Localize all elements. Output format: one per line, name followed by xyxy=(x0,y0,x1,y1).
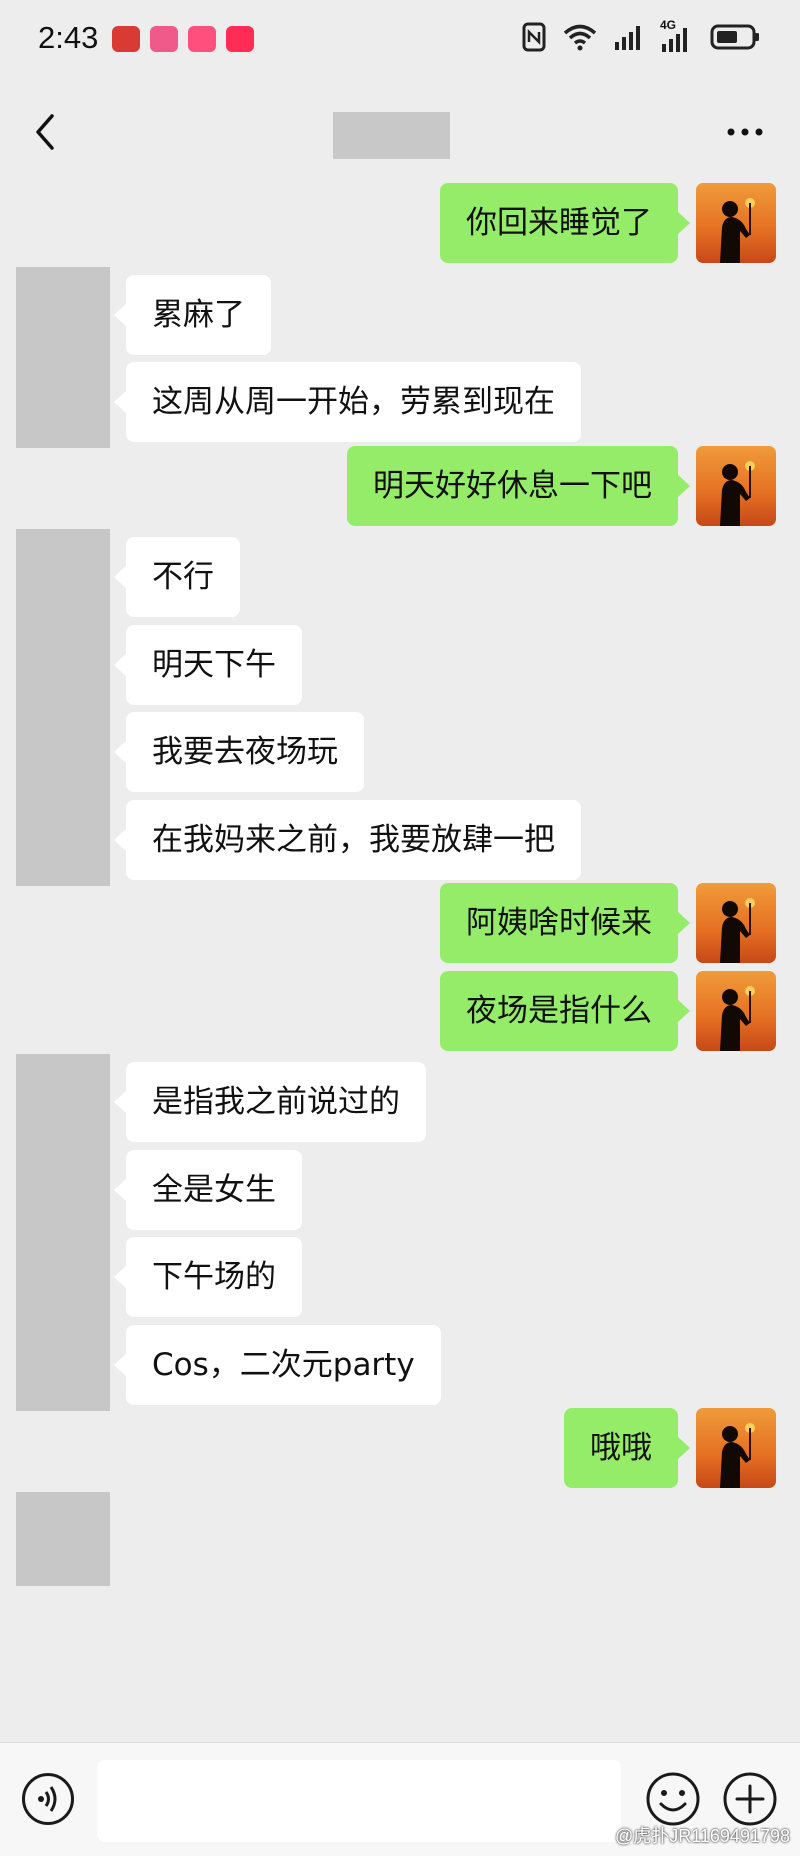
my-avatar[interactable] xyxy=(696,1408,776,1488)
sent-message-bubble[interactable]: 明天好好休息一下吧 xyxy=(347,446,690,526)
status-bar: 2:43 4G xyxy=(0,0,800,78)
chevron-left-icon xyxy=(36,114,54,150)
status-time: 2:43 xyxy=(38,20,99,55)
message-row: 夜场是指什么 xyxy=(0,967,800,1061)
received-message-bubble[interactable]: 是指我之前说过的 xyxy=(114,1062,426,1142)
my-avatar[interactable] xyxy=(696,446,776,526)
message-row: 不行 xyxy=(0,529,800,623)
app-notification-icon xyxy=(226,26,254,52)
watermark: @虎扑JR1169491798 xyxy=(614,1826,790,1846)
plus-icon xyxy=(723,1772,777,1826)
contact-avatar[interactable] xyxy=(16,1054,110,1148)
sent-message-bubble[interactable]: 夜场是指什么 xyxy=(440,971,690,1051)
message-row: 下午场的 xyxy=(0,1229,800,1323)
received-message-bubble[interactable]: 在我妈来之前，我要放肆一把 xyxy=(114,800,581,880)
status-icons: 4G xyxy=(522,18,760,58)
app-notification-icon xyxy=(150,26,178,52)
sent-message-bubble[interactable]: 你回来睡觉了 xyxy=(440,183,690,263)
contact-avatar[interactable] xyxy=(16,792,110,886)
contact-avatar[interactable] xyxy=(16,354,110,448)
message-row: 累麻了 xyxy=(0,267,800,361)
received-message-bubble[interactable]: 明天下午 xyxy=(114,625,302,705)
sent-message-bubble[interactable]: 阿姨啥时候来 xyxy=(440,883,690,963)
message-row: 明天好好休息一下吧 xyxy=(0,442,800,536)
voice-icon xyxy=(38,1786,57,1812)
contact-avatar[interactable] xyxy=(16,617,110,711)
contact-avatar[interactable] xyxy=(16,529,110,623)
contact-avatar[interactable] xyxy=(16,1317,110,1411)
network-type-label: 4G xyxy=(660,18,677,32)
app-notification-icon xyxy=(112,26,140,52)
received-message-bubble[interactable]: 累麻了 xyxy=(114,275,271,355)
wifi-icon xyxy=(562,23,598,55)
message-row: 在我妈来之前，我要放肆一把 xyxy=(0,792,800,886)
chat-title-redacted xyxy=(333,112,450,159)
contact-avatar[interactable] xyxy=(16,267,110,361)
message-row: 我要去夜场玩 xyxy=(0,704,800,798)
my-avatar[interactable] xyxy=(696,971,776,1051)
message-row: 是指我之前说过的 xyxy=(0,1054,800,1148)
message-row: 明天下午 xyxy=(0,617,800,711)
back-button[interactable] xyxy=(24,110,68,154)
received-message-bubble[interactable]: 这周从周一开始，劳累到现在 xyxy=(114,362,581,442)
app-notification-icon xyxy=(188,26,216,52)
contact-avatar[interactable] xyxy=(16,1229,110,1323)
more-options-button[interactable] xyxy=(720,110,770,154)
contact-avatar[interactable] xyxy=(16,704,110,798)
chat-header xyxy=(0,92,800,176)
sent-message-bubble[interactable]: 哦哦 xyxy=(564,1408,690,1488)
received-message-bubble[interactable]: Cos，二次元party xyxy=(114,1325,441,1405)
more-horizontal-icon xyxy=(727,128,763,136)
input-bar: @虎扑JR1169491798 xyxy=(0,1742,800,1856)
message-list[interactable]: 你回来睡觉了累麻了 这周从周一开始，劳累到现在 明天好好休息一下吧不行 明天下午 我要去… xyxy=(0,176,800,1742)
my-avatar[interactable] xyxy=(696,183,776,263)
my-avatar[interactable] xyxy=(696,883,776,963)
message-row: 阿姨啥时候来 xyxy=(0,879,800,973)
nfc-icon xyxy=(522,22,546,56)
contact-avatar[interactable] xyxy=(16,1142,110,1236)
signal-icon xyxy=(614,24,644,54)
more-actions-button[interactable] xyxy=(722,1771,778,1827)
message-row: 哦哦 xyxy=(0,1404,800,1498)
contact-avatar[interactable] xyxy=(16,1492,110,1586)
received-message-bubble[interactable]: 不行 xyxy=(114,537,240,617)
smiley-icon xyxy=(646,1772,700,1826)
message-row: Cos，二次元party xyxy=(0,1317,800,1411)
received-message-bubble[interactable]: 全是女生 xyxy=(114,1150,302,1230)
battery-icon xyxy=(710,23,760,55)
signal-4g-icon: 4G xyxy=(660,18,694,54)
voice-input-button[interactable] xyxy=(22,1773,74,1825)
emoji-button[interactable] xyxy=(645,1771,701,1827)
message-row: 你回来睡觉了 xyxy=(0,179,800,273)
message-row: 这周从周一开始，劳累到现在 xyxy=(0,354,800,448)
received-message-bubble[interactable]: 下午场的 xyxy=(114,1237,302,1317)
message-input[interactable] xyxy=(97,1760,621,1842)
message-row: 全是女生 xyxy=(0,1142,800,1236)
received-message-bubble[interactable]: 我要去夜场玩 xyxy=(114,712,364,792)
